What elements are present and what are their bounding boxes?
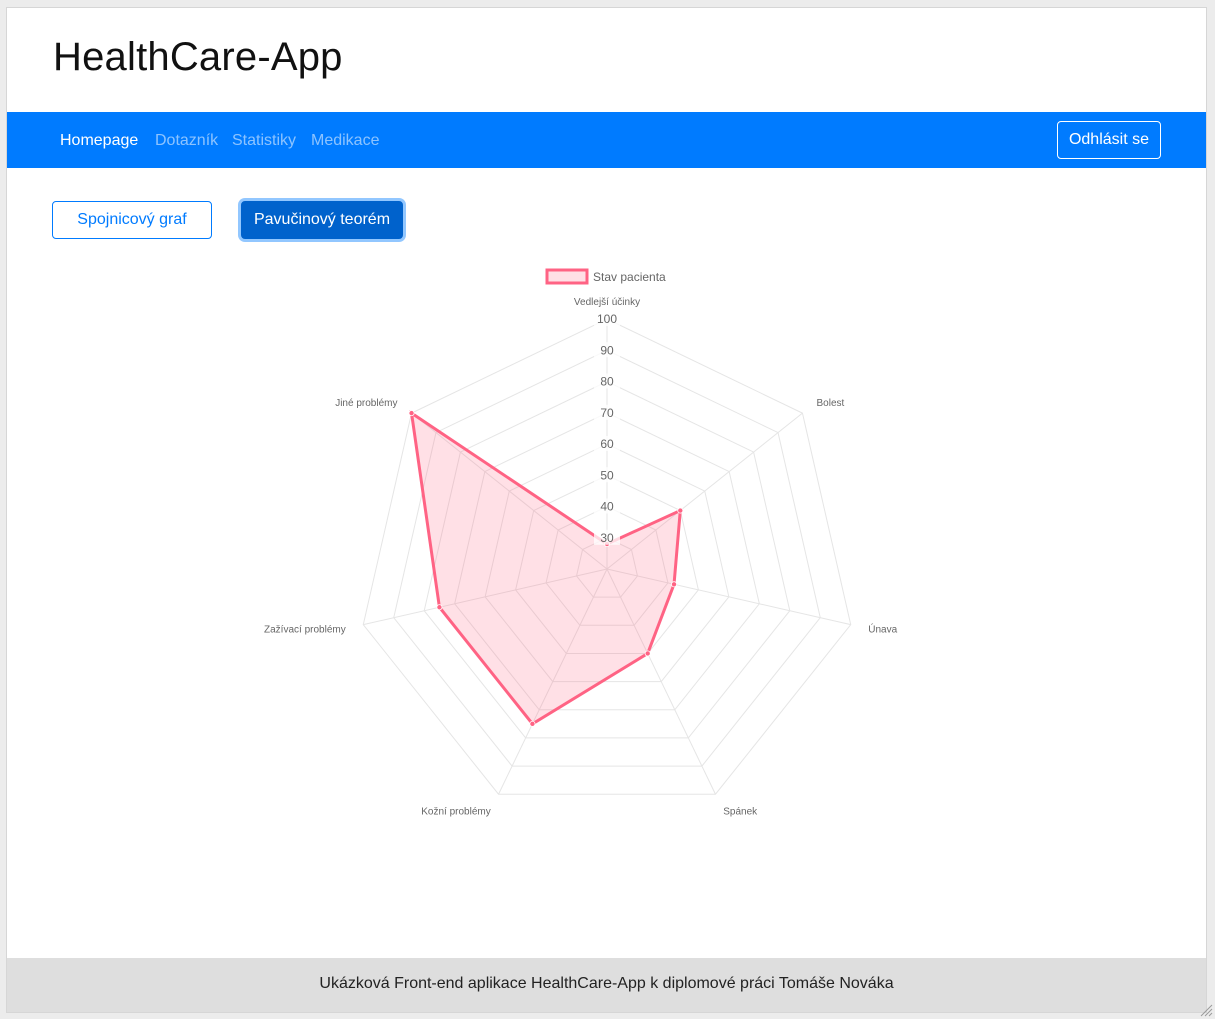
radar-data-point — [529, 720, 536, 727]
radar-chart: 30 40 50 60 70 80 90 100 Vedlejší účinky Bolest Ún… — [264, 268, 898, 817]
radar-point-label: Jiné problémy — [335, 398, 397, 409]
radar-data-point — [671, 581, 678, 588]
radar-data-point — [644, 650, 651, 657]
radar-point-label: Únava — [868, 623, 897, 636]
radar-tick-label: 90 — [600, 343, 614, 357]
radar-data-point — [436, 604, 443, 611]
resize-grip-icon[interactable] — [1199, 1003, 1213, 1017]
footer: Ukázková Front-end aplikace HealthCare-A… — [7, 958, 1206, 1012]
radar-tick-label: 70 — [600, 406, 614, 420]
radar-point-label: Zažívací problémy — [264, 625, 346, 636]
radar-tick-label: 50 — [600, 468, 614, 482]
radar-data-point — [408, 410, 415, 417]
radar-data-point — [677, 507, 684, 514]
legend-swatch — [545, 268, 589, 285]
radar-tick-label: 40 — [600, 500, 614, 514]
radar-tick-label: 100 — [597, 312, 617, 326]
app-window: HealthCare-App Homepage Dotazník Statist… — [6, 7, 1207, 1013]
radar-point-label: Spánek — [723, 806, 758, 817]
radar-point-label: Kožní problémy — [421, 806, 490, 817]
radar-tick-label: 80 — [600, 375, 614, 389]
footer-text: Ukázková Front-end aplikace HealthCare-A… — [319, 975, 894, 992]
radar-point-label: Bolest — [817, 398, 845, 409]
radar-tick-label: 30 — [600, 531, 614, 545]
radar-point-label: Vedlejší účinky — [574, 297, 640, 308]
radar-tick-label: 60 — [600, 437, 614, 451]
legend-label: Stav pacienta — [593, 270, 666, 284]
